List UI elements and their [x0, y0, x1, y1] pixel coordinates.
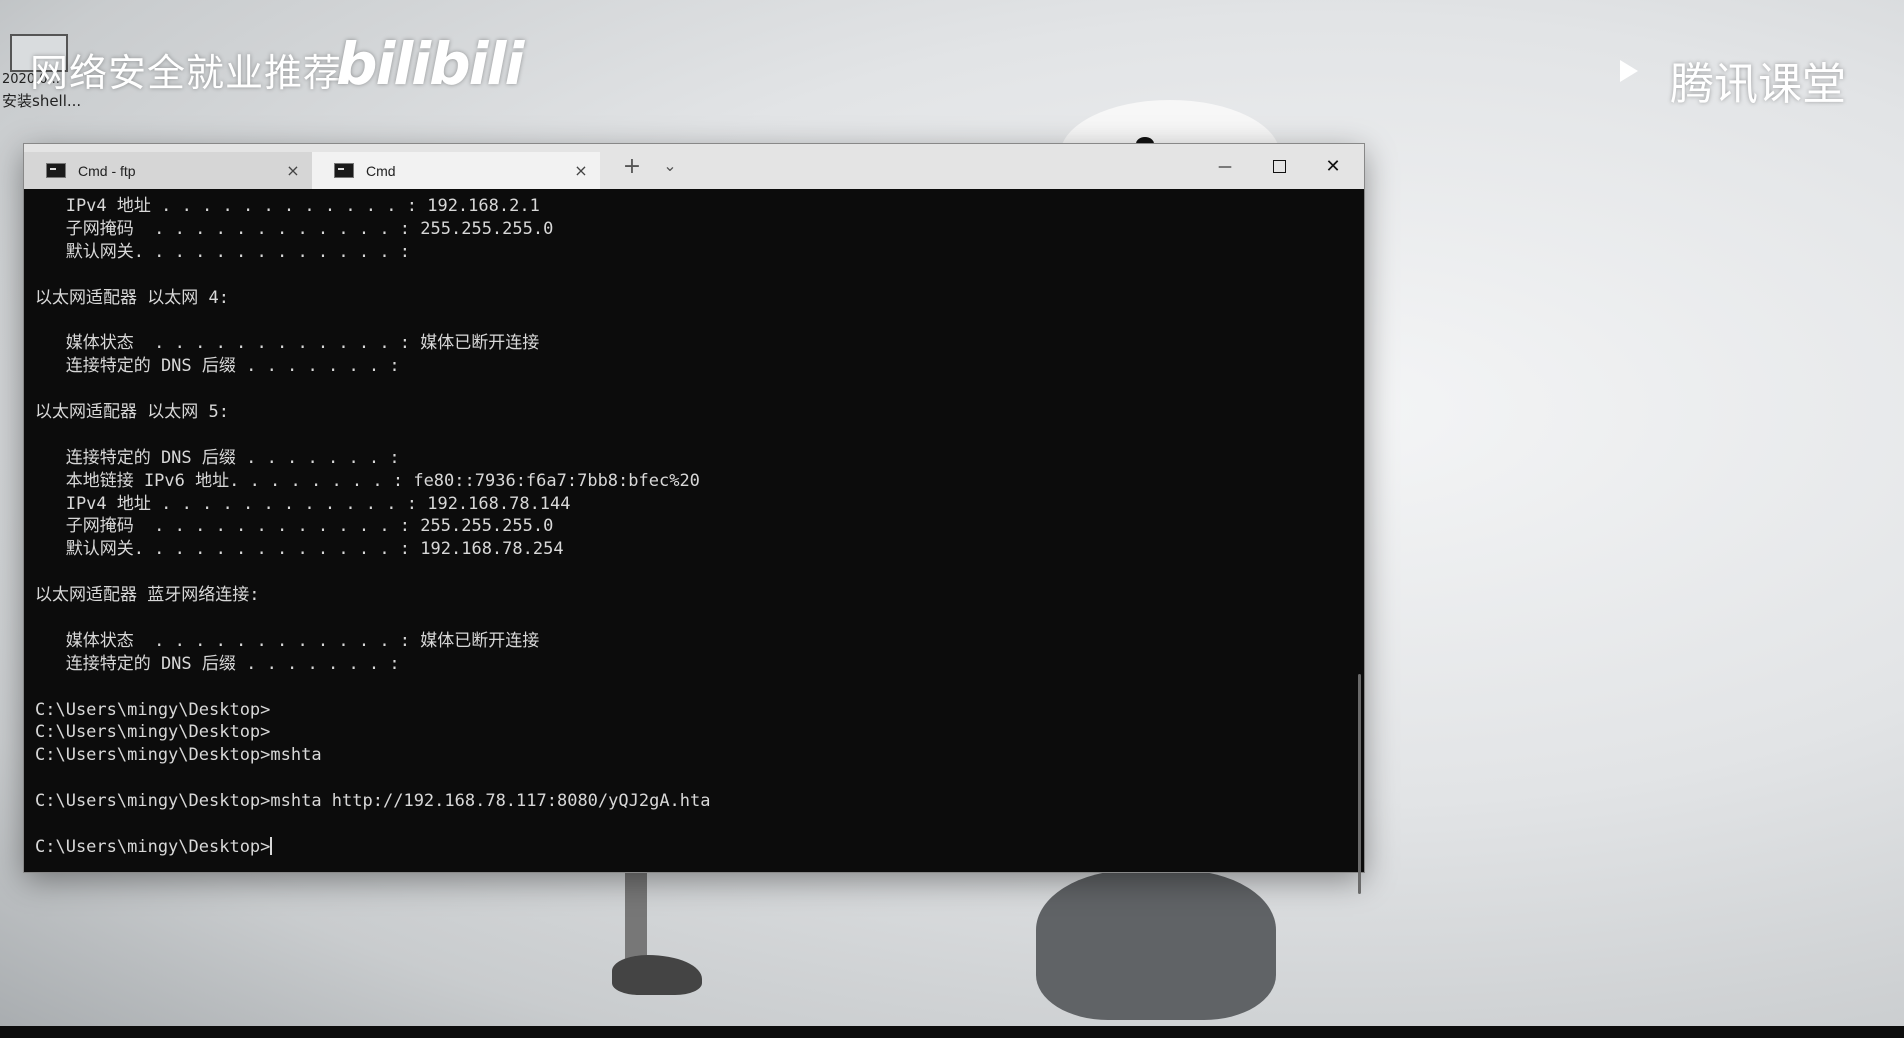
console-scrollbar[interactable] — [1358, 674, 1361, 894]
console-line: 以太网适配器 蓝牙网络连接: — [35, 585, 260, 606]
console-input-line[interactable]: C:\Users\mingy\Desktop> — [35, 836, 1364, 859]
background-illustration-shoe — [612, 955, 702, 995]
console-line: 默认网关. . . . . . . . . . . . . : — [35, 241, 411, 262]
maximize-icon — [1272, 160, 1286, 173]
video-bottom-bar — [0, 1026, 1904, 1038]
new-tab-icon[interactable]: + — [620, 154, 644, 179]
console-line: 以太网适配器 以太网 5: — [35, 402, 229, 423]
console-line: 本地链接 IPv6 地址. . . . . . . . : fe80::7936… — [35, 470, 700, 491]
tab-label: Cmd — [366, 162, 396, 179]
tencent-classroom-logo: 腾讯课堂 — [1670, 59, 1846, 110]
bilibili-logo: bilibili — [336, 30, 524, 98]
cmd-icon — [46, 163, 66, 178]
minimize-icon: — — [1218, 158, 1232, 175]
console-line: 连接特定的 DNS 后缀 . . . . . . . : — [35, 356, 400, 377]
console-line: 子网掩码 . . . . . . . . . . . . : 255.255.2… — [35, 218, 554, 239]
play-icon — [1620, 60, 1638, 82]
console-line: 媒体状态 . . . . . . . . . . . . : 媒体已断开连接 — [35, 333, 540, 354]
background-illustration-body — [1036, 870, 1276, 1020]
console-line: C:\Users\mingy\Desktop>mshta http://192.… — [35, 791, 711, 812]
maximize-button[interactable] — [1252, 144, 1306, 189]
chevron-down-icon[interactable]: ⌄ — [658, 156, 682, 175]
background-illustration-leg — [625, 868, 647, 968]
console-line: IPv4 地址 . . . . . . . . . . . . : 192.16… — [35, 493, 571, 514]
console-line: 默认网关. . . . . . . . . . . . . : 192.168.… — [35, 539, 564, 560]
console-line: IPv4 地址 . . . . . . . . . . . . : 192.16… — [35, 196, 540, 216]
console-line: 子网掩码 . . . . . . . . . . . . : 255.255.2… — [35, 516, 554, 537]
close-icon: ✕ — [1325, 156, 1341, 177]
console-line: 以太网适配器 以太网 4: — [35, 287, 229, 308]
terminal-window: Cmd - ftp × Cmd × + ⌄ — ✕ IPv4 地址 . . . … — [24, 144, 1364, 894]
console-line: 连接特定的 DNS 后缀 . . . . . . . : — [35, 653, 400, 674]
console-line: 媒体状态 . . . . . . . . . . . . : 媒体已断开连接 — [35, 630, 540, 651]
watermark-text: 网络安全就业推荐 — [30, 51, 343, 95]
text-cursor — [270, 836, 273, 855]
window-titlebar[interactable]: Cmd - ftp × Cmd × + ⌄ — ✕ — [24, 144, 1364, 189]
tab-close-icon[interactable]: × — [572, 161, 590, 180]
tab-cmd-ftp[interactable]: Cmd - ftp × — [24, 152, 312, 189]
tab-close-icon[interactable]: × — [284, 161, 302, 180]
console-line: 连接特定的 DNS 后缀 . . . . . . . : — [35, 447, 400, 468]
console-output[interactable]: IPv4 地址 . . . . . . . . . . . . : 192.16… — [24, 189, 1364, 894]
desktop-background: 2020 0... 安装shell... 网络安全就业推荐 bilibili 腾… — [0, 0, 1904, 1026]
close-window-button[interactable]: ✕ — [1306, 144, 1360, 189]
console-prompt: C:\Users\mingy\Desktop> — [35, 836, 271, 857]
tab-cmd[interactable]: Cmd × — [312, 152, 600, 189]
console-line: C:\Users\mingy\Desktop>mshta — [35, 745, 322, 766]
minimize-button[interactable]: — — [1198, 144, 1252, 189]
console-line: C:\Users\mingy\Desktop> — [35, 722, 271, 743]
cmd-icon — [334, 163, 354, 178]
console-line: C:\Users\mingy\Desktop> — [35, 699, 271, 720]
tab-label: Cmd - ftp — [78, 162, 136, 179]
